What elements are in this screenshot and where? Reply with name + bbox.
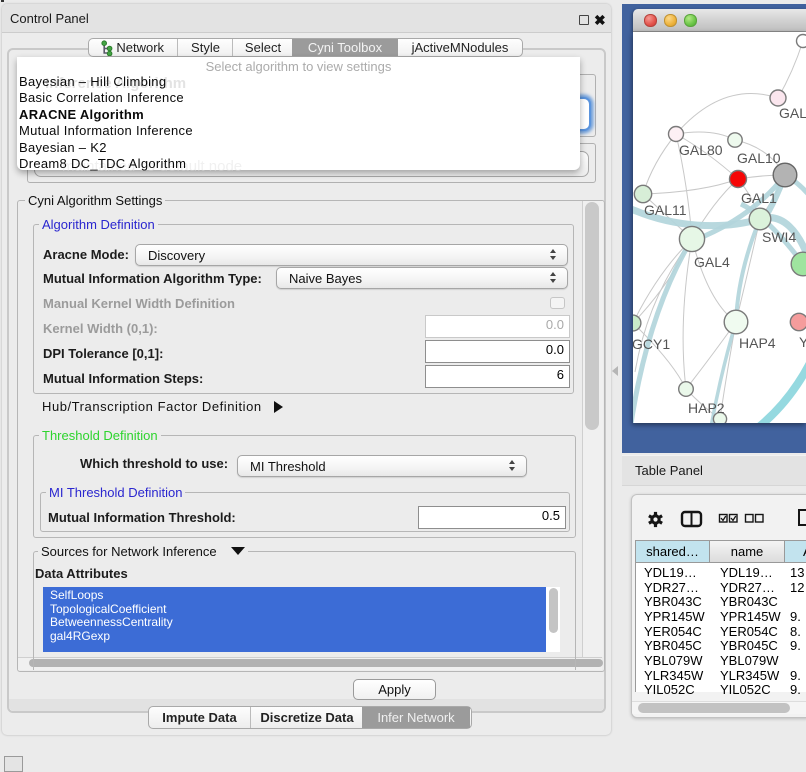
svg-text:GCY1: GCY1 xyxy=(633,336,670,352)
svg-text:SWI4: SWI4 xyxy=(762,229,796,245)
svg-text:YP: YP xyxy=(799,334,806,350)
svg-text:GAL11: GAL11 xyxy=(644,202,687,218)
svg-text:HAP2: HAP2 xyxy=(688,400,725,416)
svg-text:GAL4: GAL4 xyxy=(694,254,730,270)
svg-text:GAL10: GAL10 xyxy=(737,150,781,166)
svg-text:GAL80: GAL80 xyxy=(679,142,723,158)
svg-text:GAL: GAL xyxy=(779,105,806,121)
svg-text:HAP4: HAP4 xyxy=(739,335,776,351)
svg-text:GAL1: GAL1 xyxy=(741,190,777,206)
